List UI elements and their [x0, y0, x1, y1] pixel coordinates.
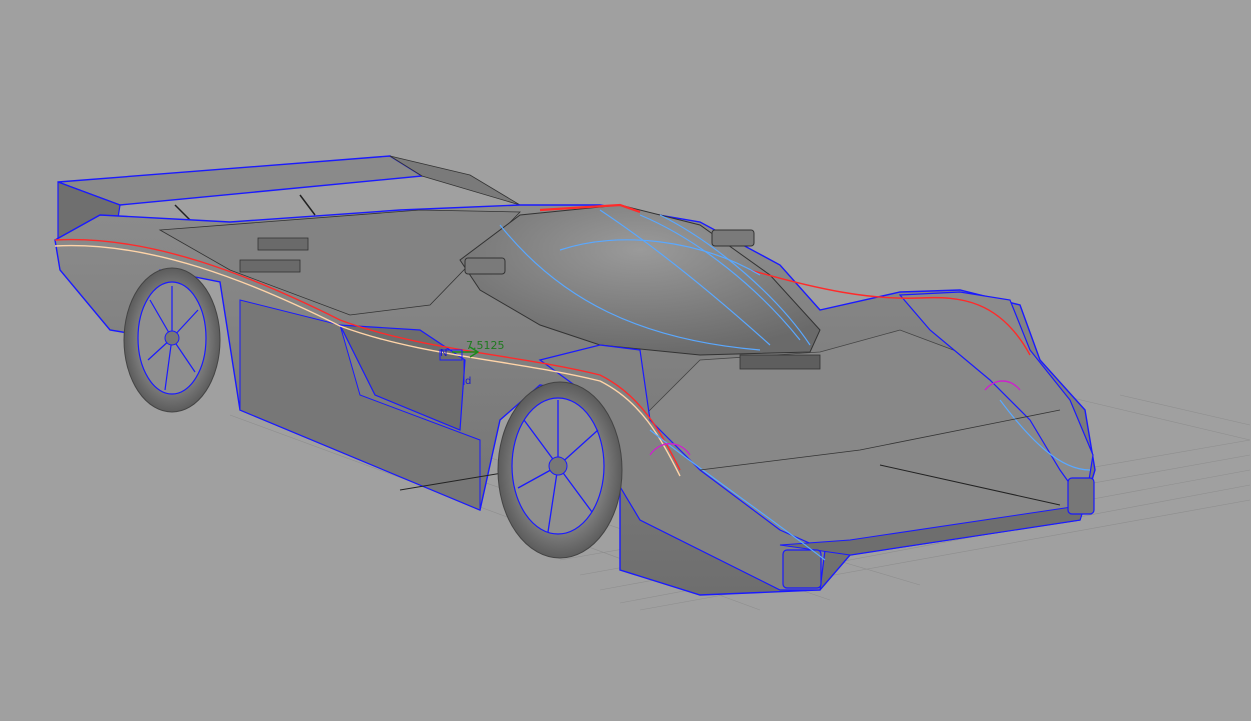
dimension-readout: 7.5125: [466, 339, 505, 352]
rear-wheel: [123, 267, 221, 413]
car-wireframe-model: [54, 155, 1251, 611]
3d-viewport[interactable]: 7.5125 N d: [0, 0, 1251, 721]
gumball-normal-marker[interactable]: N: [440, 348, 447, 359]
gumball-direction-marker[interactable]: d: [465, 376, 471, 387]
front-wheel: [497, 381, 623, 559]
